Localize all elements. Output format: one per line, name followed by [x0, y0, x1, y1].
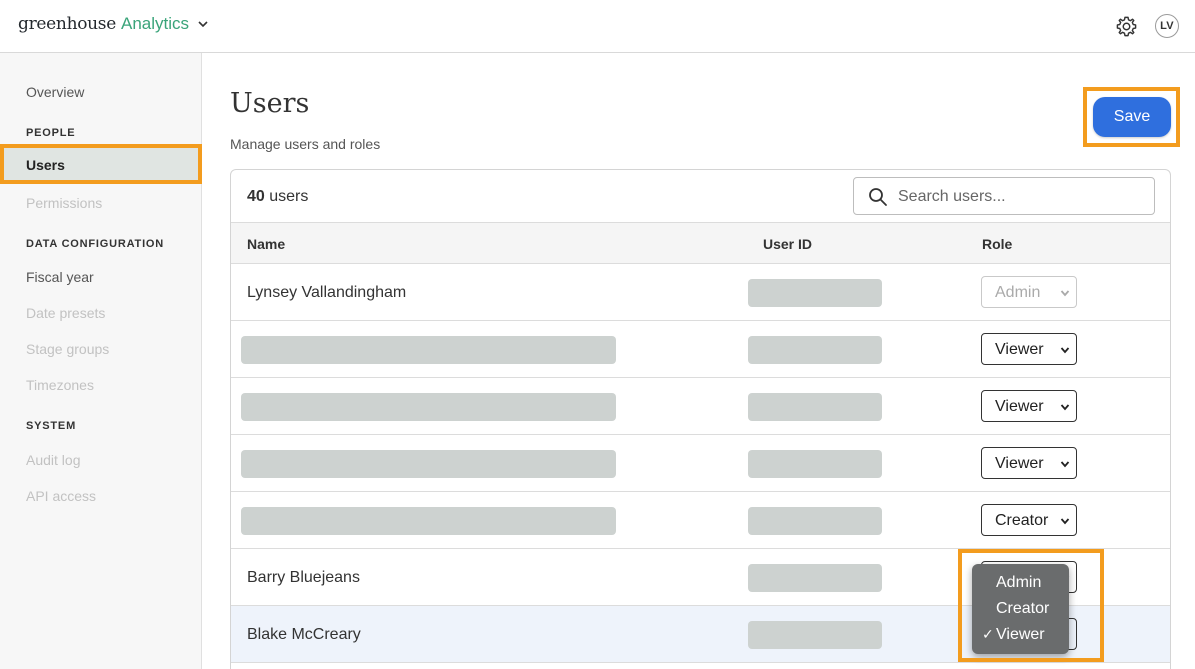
chevron-down-icon — [198, 21, 208, 28]
table-header: Name User ID Role — [231, 222, 1170, 264]
role-select-value: Creator — [995, 512, 1049, 529]
save-button[interactable]: Save — [1093, 97, 1171, 137]
brand-product-name: Analytics — [121, 14, 190, 33]
page-title: Users — [230, 88, 310, 119]
sidebar-item-overview[interactable]: Overview — [26, 84, 84, 100]
redacted-user-name — [241, 507, 616, 535]
user-count: 40 users — [247, 188, 308, 206]
column-header-user-id: User ID — [763, 236, 813, 252]
user-count-suffix: users — [264, 188, 309, 205]
chevron-down-icon — [1060, 461, 1070, 468]
column-header-name: Name — [247, 236, 286, 252]
redacted-user-id — [748, 564, 882, 592]
gear-icon[interactable] — [1115, 15, 1138, 38]
user-count-number: 40 — [247, 188, 265, 205]
chevron-down-icon — [1060, 518, 1070, 525]
chevron-down-icon — [1060, 404, 1070, 411]
redacted-user-id — [748, 507, 882, 535]
sidebar-section-data-configuration: DATA CONFIGURATION — [26, 238, 165, 250]
sidebar: Overview PEOPLE Users Permissions DATA C… — [0, 53, 202, 669]
user-name: Blake McCreary — [247, 626, 361, 643]
highlight-box-users — [0, 144, 202, 184]
role-select-value: Viewer — [995, 398, 1044, 415]
role-select[interactable]: Viewer — [981, 390, 1077, 422]
page-subtitle: Manage users and roles — [230, 136, 381, 152]
role-select-value: Viewer — [995, 341, 1044, 358]
chevron-down-icon — [1060, 290, 1070, 297]
user-name: Lynsey Vallandingham — [247, 284, 407, 301]
redacted-user-name — [241, 393, 616, 421]
role-select[interactable]: Viewer — [981, 333, 1077, 365]
sidebar-item-audit-log[interactable]: Audit log — [26, 452, 80, 468]
sidebar-item-stage-groups[interactable]: Stage groups — [26, 341, 109, 357]
product-switcher[interactable]: greenhouse Analytics — [18, 14, 209, 34]
sidebar-section-system: SYSTEM — [26, 420, 77, 432]
sidebar-item-api-access[interactable]: API access — [26, 488, 96, 504]
brand-logo-text: greenhouse — [18, 14, 116, 34]
role-select-value: Viewer — [995, 455, 1044, 472]
table-row: Creator — [231, 492, 1170, 549]
table-row: Viewer — [231, 435, 1170, 492]
role-select[interactable]: Admin — [981, 276, 1077, 308]
sidebar-item-fiscal-year[interactable]: Fiscal year — [26, 269, 94, 285]
table-row: Viewer — [231, 321, 1170, 378]
user-name: Barry Bluejeans — [247, 569, 360, 586]
table-row: Viewer — [231, 378, 1170, 435]
search-placeholder: Search users... — [898, 188, 1006, 205]
redacted-user-name — [241, 450, 616, 478]
redacted-user-id — [748, 621, 882, 649]
avatar[interactable]: LV — [1155, 14, 1179, 38]
table-row: Lynsey Vallandingham Admin — [231, 264, 1170, 321]
search-icon — [869, 188, 887, 206]
redacted-user-id — [748, 336, 882, 364]
sidebar-item-permissions[interactable]: Permissions — [26, 195, 102, 211]
chevron-down-icon — [1060, 347, 1070, 354]
top-bar: greenhouse Analytics LV — [0, 0, 1195, 53]
role-select[interactable]: Viewer — [981, 447, 1077, 479]
sidebar-item-timezones[interactable]: Timezones — [26, 377, 94, 393]
role-select-value: Admin — [995, 284, 1041, 301]
sidebar-item-date-presets[interactable]: Date presets — [26, 305, 105, 321]
redacted-user-name — [241, 336, 616, 364]
search-input[interactable]: Search users... — [853, 177, 1155, 215]
column-header-role: Role — [982, 236, 1013, 252]
redacted-user-id — [748, 279, 882, 307]
redacted-user-id — [748, 393, 882, 421]
redacted-user-id — [748, 450, 882, 478]
role-select[interactable]: Creator — [981, 504, 1077, 536]
sidebar-section-people: PEOPLE — [26, 127, 76, 139]
highlight-box-role-dropdown — [958, 549, 1104, 662]
